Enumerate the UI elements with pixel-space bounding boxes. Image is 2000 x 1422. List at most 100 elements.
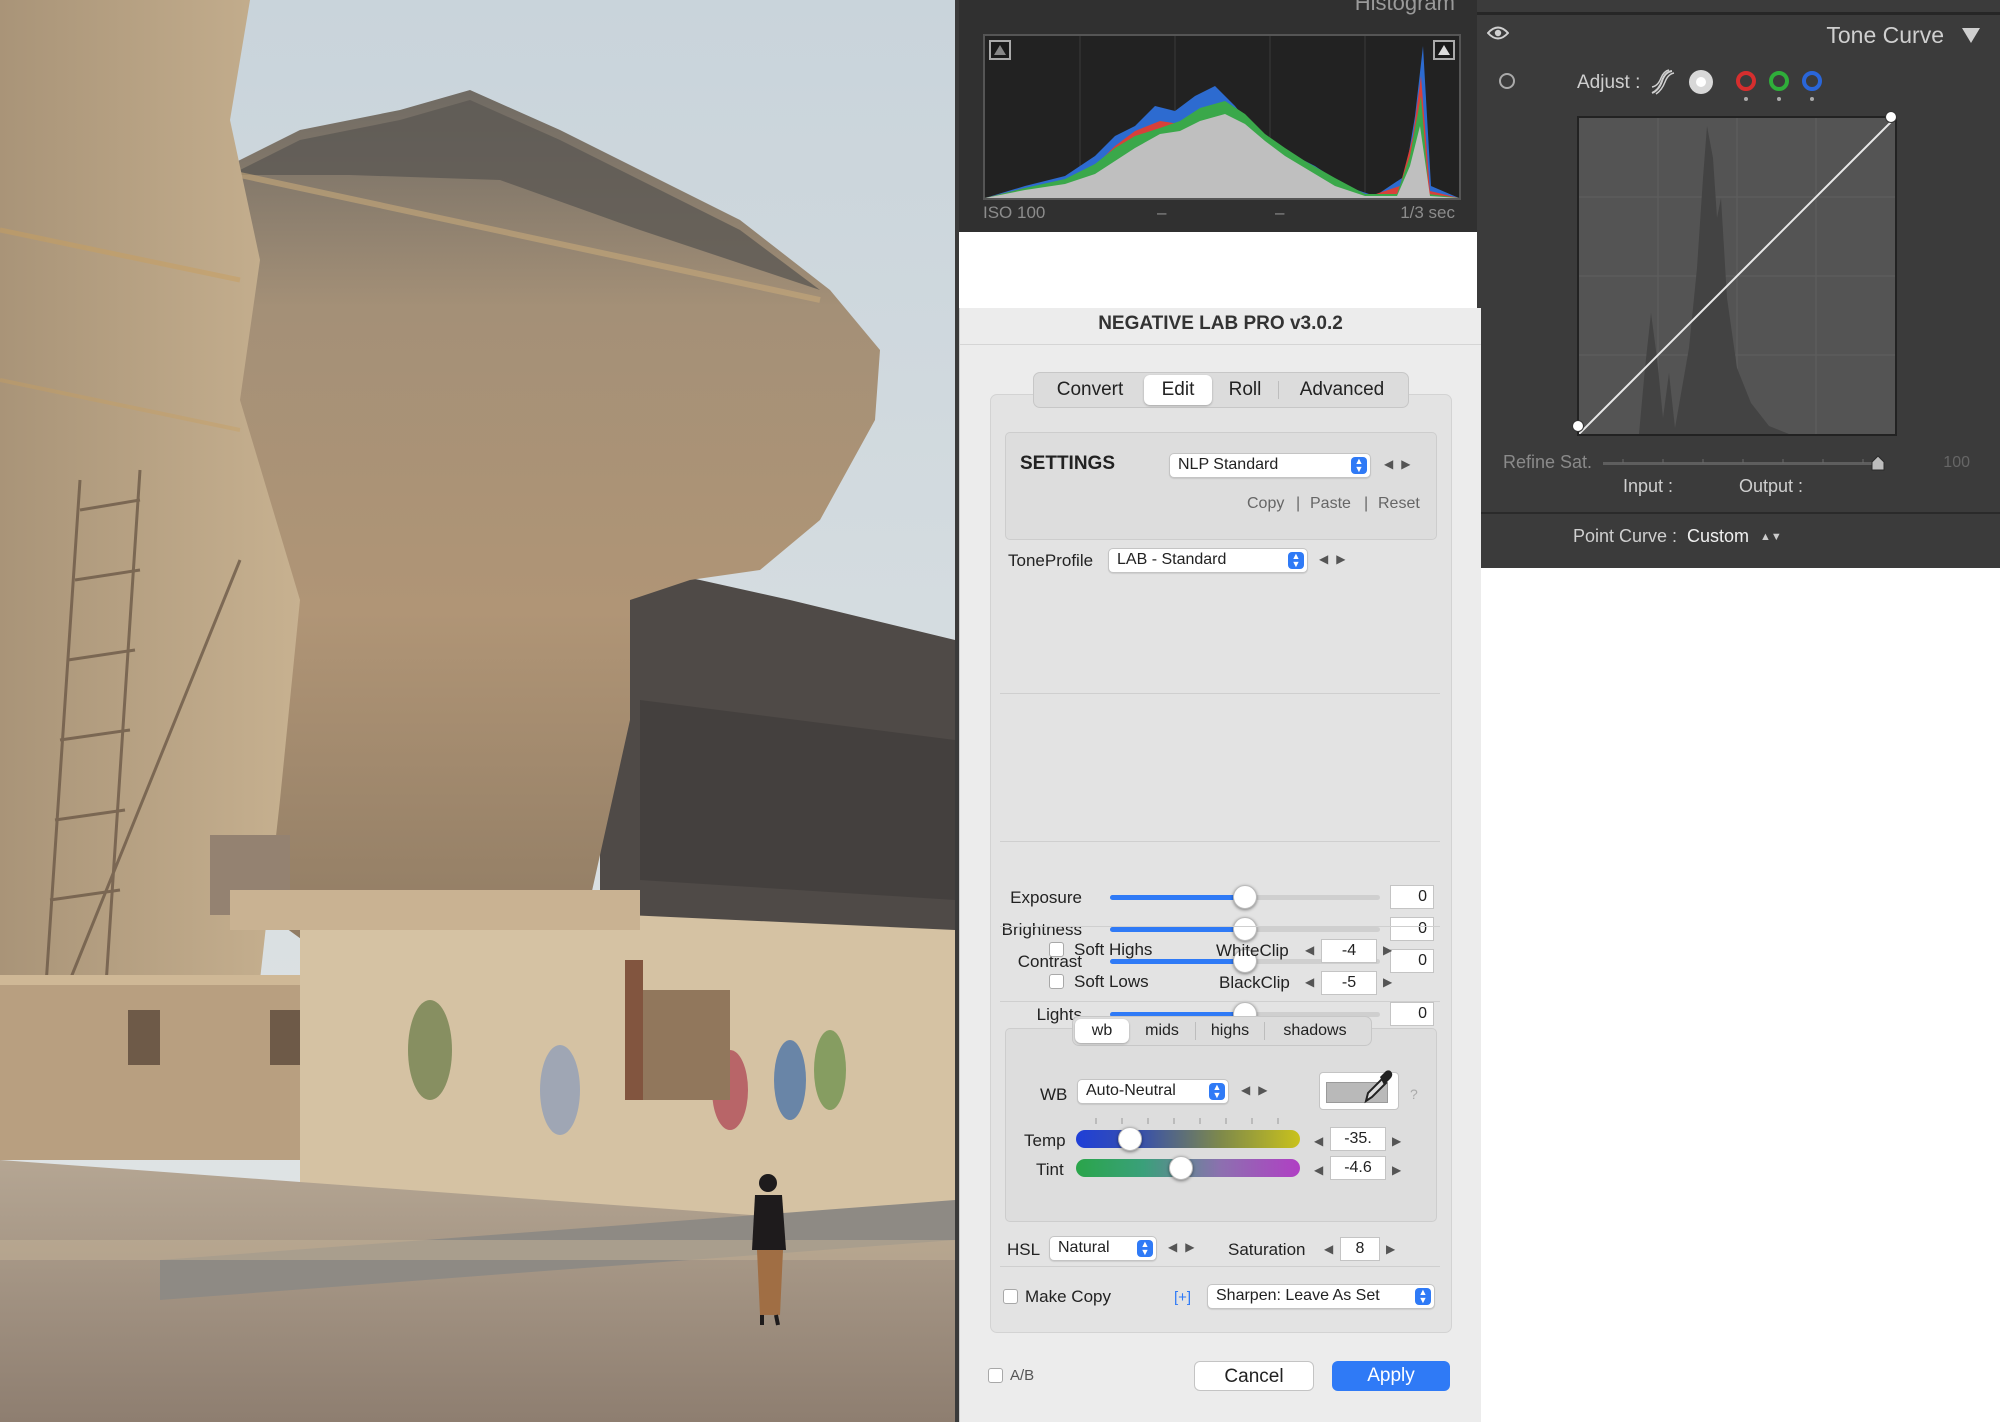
slider-exposure[interactable] bbox=[1110, 885, 1380, 909]
black-clip-decrement[interactable]: ◀ bbox=[1305, 975, 1314, 989]
tone-curve-graph[interactable] bbox=[1572, 111, 1897, 436]
slider-value-contrast[interactable]: 0 bbox=[1390, 949, 1434, 973]
eye-icon[interactable] bbox=[1486, 24, 1510, 47]
white-clip-increment[interactable]: ▶ bbox=[1383, 943, 1392, 957]
histogram-title[interactable]: Histogram bbox=[1355, 0, 1455, 16]
tone-profile-prev-next-arrows[interactable]: ◀▶ bbox=[1319, 552, 1353, 566]
copy-link[interactable]: Copy bbox=[1247, 495, 1284, 513]
wb-prev-next-arrows[interactable]: ◀▶ bbox=[1241, 1083, 1275, 1097]
channel-dot bbox=[1744, 97, 1748, 101]
tint-slider-knob[interactable] bbox=[1169, 1156, 1194, 1180]
hsl-select[interactable]: Natural ▲ ▼ bbox=[1049, 1236, 1157, 1261]
eyedropper-icon bbox=[1364, 1070, 1393, 1104]
slider-knob[interactable] bbox=[1233, 917, 1257, 941]
tone-profile-value: LAB - Standard bbox=[1117, 551, 1227, 568]
wb-tabs: wb mids highs shadows bbox=[1072, 1016, 1372, 1046]
refine-saturation-value: 100 bbox=[1943, 454, 1970, 471]
preset-prev-next-arrows[interactable]: ◀▶ bbox=[1384, 457, 1418, 471]
wb-eyedropper-button[interactable] bbox=[1319, 1070, 1399, 1110]
white-clip-value[interactable]: -4 bbox=[1321, 939, 1377, 963]
tone-curve-title[interactable]: Tone Curve bbox=[1826, 22, 1944, 49]
histogram-shutter: 1/3 sec bbox=[1400, 203, 1455, 222]
paste-link[interactable]: Paste bbox=[1310, 495, 1351, 513]
tab-highs[interactable]: highs bbox=[1196, 1019, 1264, 1043]
temp-label: Temp bbox=[1024, 1131, 1066, 1150]
tint-decrement[interactable]: ◀ bbox=[1314, 1163, 1323, 1177]
temp-decrement[interactable]: ◀ bbox=[1314, 1134, 1323, 1148]
title-separator bbox=[960, 344, 1481, 345]
saturation-decrement[interactable]: ◀ bbox=[1324, 1242, 1333, 1256]
separator bbox=[1000, 841, 1440, 842]
slider-value-exposure[interactable]: 0 bbox=[1390, 885, 1434, 909]
highlight-clip-warning[interactable] bbox=[1433, 40, 1455, 60]
ab-label: A/B bbox=[1010, 1367, 1035, 1384]
tab-mids[interactable]: mids bbox=[1129, 1019, 1195, 1043]
black-clip-increment[interactable]: ▶ bbox=[1383, 975, 1392, 989]
expand-options-button[interactable]: [+] bbox=[1174, 1289, 1191, 1306]
histogram-panel: Histogram ISO 100 – – 1/3 sec bbox=[959, 0, 1477, 232]
apply-button[interactable]: Apply bbox=[1332, 1361, 1450, 1391]
black-clip-value[interactable]: -5 bbox=[1321, 971, 1377, 995]
settings-preset-select[interactable]: NLP Standard ▲ ▼ bbox=[1169, 453, 1371, 478]
updown-chevron-icon: ▲▼ bbox=[1351, 457, 1367, 474]
sharpen-select[interactable]: Sharpen: Leave As Set ▲ ▼ bbox=[1207, 1284, 1435, 1309]
green-channel-icon[interactable] bbox=[1769, 71, 1789, 91]
ab-checkbox[interactable] bbox=[988, 1368, 1003, 1383]
soft-lows-label: Soft Lows bbox=[1074, 972, 1149, 991]
reset-link[interactable]: Reset bbox=[1378, 495, 1420, 513]
collapse-triangle-icon[interactable] bbox=[1962, 28, 1980, 43]
saturation-increment[interactable]: ▶ bbox=[1386, 1242, 1395, 1256]
slider-label-lights: Lights bbox=[1036, 1005, 1082, 1024]
point-curve-select[interactable]: Custom ▲▼ bbox=[1687, 526, 1782, 547]
refine-saturation-slider[interactable] bbox=[1603, 455, 1885, 471]
parametric-curve-icon[interactable] bbox=[1649, 68, 1675, 101]
wb-help[interactable]: ? bbox=[1410, 1086, 1418, 1102]
tint-increment[interactable]: ▶ bbox=[1392, 1163, 1401, 1177]
make-copy-checkbox[interactable] bbox=[1003, 1289, 1018, 1304]
soft-highs-checkbox[interactable] bbox=[1049, 942, 1064, 957]
cancel-button[interactable]: Cancel bbox=[1194, 1361, 1314, 1391]
slider-label-contrast: Contrast bbox=[1017, 952, 1082, 971]
point-curve-rgb-icon[interactable] bbox=[1689, 70, 1713, 94]
temp-slider-knob[interactable] bbox=[1117, 1127, 1142, 1151]
wb-select[interactable]: Auto-Neutral ▲ ▼ bbox=[1077, 1079, 1229, 1104]
curve-point-white[interactable] bbox=[1885, 111, 1897, 123]
red-channel-icon[interactable] bbox=[1736, 71, 1756, 91]
slider-value-lights[interactable]: 0 bbox=[1390, 1002, 1434, 1026]
slider-brightness[interactable] bbox=[1110, 917, 1380, 941]
tab-edit[interactable]: Edit bbox=[1144, 375, 1212, 405]
slider-knob[interactable] bbox=[1233, 885, 1257, 909]
adjust-label: Adjust : bbox=[1577, 72, 1641, 93]
tab-wb[interactable]: wb bbox=[1075, 1019, 1129, 1043]
soft-highs-label: Soft Highs bbox=[1074, 940, 1153, 959]
slider-fill bbox=[1110, 895, 1245, 900]
shadow-clip-warning[interactable] bbox=[989, 40, 1011, 60]
curve-point-black[interactable] bbox=[1572, 420, 1584, 432]
slider-thumb-icon[interactable] bbox=[1871, 455, 1885, 471]
tab-roll[interactable]: Roll bbox=[1212, 375, 1278, 405]
point-curve-label: Point Curve : bbox=[1573, 526, 1678, 546]
tint-value[interactable]: -4.6 bbox=[1330, 1156, 1386, 1180]
tone-profile-select[interactable]: LAB - Standard ▲ ▼ bbox=[1108, 548, 1308, 573]
tab-advanced[interactable]: Advanced bbox=[1279, 375, 1405, 405]
tab-convert[interactable]: Convert bbox=[1036, 375, 1144, 405]
temp-value[interactable]: -35. bbox=[1330, 1127, 1386, 1151]
main-tabs: Convert Edit Roll Advanced bbox=[1033, 372, 1409, 408]
channel-dot bbox=[1810, 97, 1814, 101]
updown-chevron-icon: ▲▼ bbox=[1137, 1240, 1153, 1257]
separator bbox=[1477, 512, 2000, 514]
input-label: Input : bbox=[1623, 476, 1674, 496]
saturation-value[interactable]: 8 bbox=[1340, 1237, 1380, 1261]
tint-slider[interactable] bbox=[1076, 1156, 1300, 1180]
blue-channel-icon[interactable] bbox=[1802, 71, 1822, 91]
soft-lows-checkbox[interactable] bbox=[1049, 974, 1064, 989]
white-clip-decrement[interactable]: ◀ bbox=[1305, 943, 1314, 957]
hsl-prev-next-arrows[interactable]: ◀▶ bbox=[1168, 1240, 1202, 1254]
temp-increment[interactable]: ▶ bbox=[1392, 1134, 1401, 1148]
tab-shadows[interactable]: shadows bbox=[1265, 1019, 1365, 1043]
slider-value-brightness[interactable]: 0 bbox=[1390, 917, 1434, 941]
updown-chevron-icon: ▲▼ bbox=[1415, 1288, 1431, 1305]
temp-slider[interactable] bbox=[1076, 1118, 1300, 1151]
targeted-adjustment-icon[interactable] bbox=[1499, 73, 1515, 89]
link-separator: | bbox=[1364, 495, 1369, 512]
